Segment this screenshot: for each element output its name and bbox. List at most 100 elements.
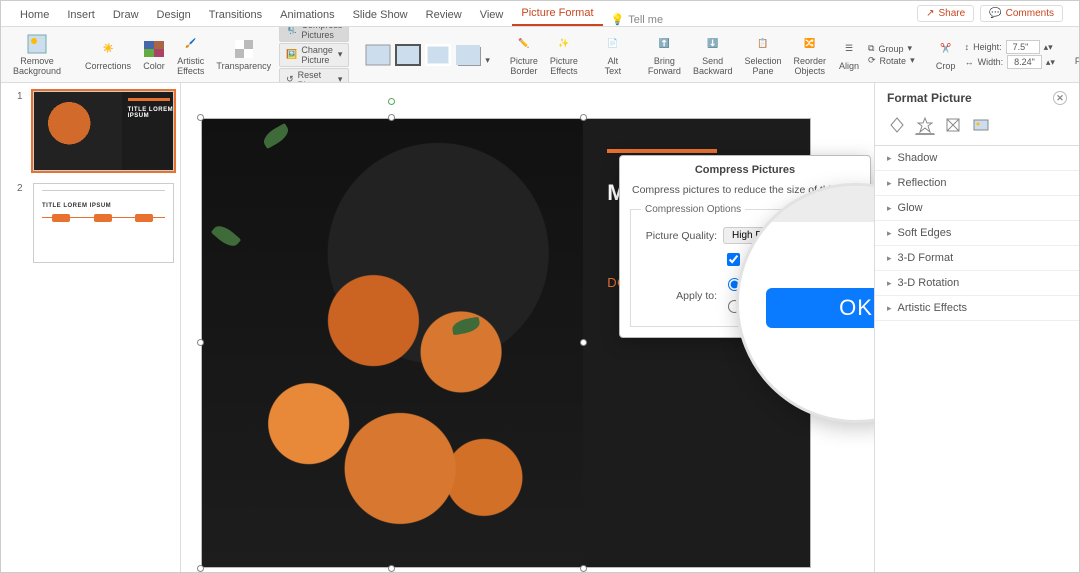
style-thumb-icon: [455, 44, 481, 66]
compression-legend: Compression Options: [641, 204, 745, 215]
chevron-right-icon: ▸: [887, 253, 892, 264]
reset-icon: ↺: [286, 74, 294, 83]
thumbnail-1[interactable]: 1 TITLE LOREM IPSUM: [17, 91, 174, 171]
style-gallery[interactable]: ▾: [365, 44, 490, 66]
color-icon: [143, 38, 165, 60]
corrections-button[interactable]: ☀️Corrections: [81, 38, 135, 72]
rotation-3d-section[interactable]: ▸3-D Rotation: [875, 271, 1079, 296]
crop-label: Crop: [936, 62, 956, 72]
tab-design[interactable]: Design: [148, 3, 200, 26]
chevron-right-icon: ▸: [887, 303, 892, 314]
format-pane-icon: 🅵: [1078, 33, 1079, 55]
tab-draw[interactable]: Draw: [104, 3, 148, 26]
remove-background-button[interactable]: Remove Background: [9, 33, 65, 77]
chevron-right-icon: ▸: [887, 203, 892, 214]
reorder-objects-button[interactable]: 🔀Reorder Objects: [789, 33, 830, 77]
soft-edges-section[interactable]: ▸Soft Edges: [875, 221, 1079, 246]
change-picture-button[interactable]: 🖼️Change Picture▾: [279, 43, 349, 67]
size-tab-icon[interactable]: [943, 115, 963, 135]
tab-review[interactable]: Review: [417, 3, 471, 26]
chevron-right-icon: ▸: [887, 153, 892, 164]
send-backward-button[interactable]: ⬇️Send Backward: [689, 33, 737, 77]
stepper-icon[interactable]: ▴▾: [1044, 42, 1053, 53]
tab-picture-format[interactable]: Picture Format: [512, 1, 602, 26]
picture-tools-mini: 🗜️Compress Pictures 🖼️Change Picture▾ ↺R…: [279, 27, 349, 83]
slide-thumbnail-pane[interactable]: 1 TITLE LOREM IPSUM 2 TITLE LOREM IPSUM: [1, 83, 181, 572]
oranges-photo: [202, 119, 583, 567]
selection-pane-button[interactable]: 📋Selection Pane: [740, 33, 785, 77]
height-input[interactable]: 7.5": [1006, 40, 1040, 54]
rotate-button[interactable]: ⟳Rotate▾: [868, 55, 915, 66]
artistic-label: Artistic Effects: [177, 57, 204, 77]
glow-section[interactable]: ▸Glow: [875, 196, 1079, 221]
rotate-label: Rotate: [880, 56, 907, 66]
share-icon: ↗: [926, 8, 934, 19]
tab-home[interactable]: Home: [11, 3, 58, 26]
shadow-section[interactable]: ▸ Shadow: [875, 146, 1079, 171]
format-pane-tabs: [875, 111, 1079, 146]
reflection-section[interactable]: ▸Reflection: [875, 171, 1079, 196]
width-label: Width:: [978, 57, 1004, 67]
effects-tab-icon[interactable]: [915, 115, 935, 135]
width-icon: ↔: [965, 57, 974, 67]
section-label: Artistic Effects: [898, 302, 967, 314]
picture-effects-button[interactable]: ✨Picture Effects: [546, 33, 582, 77]
slide-number: 2: [17, 183, 27, 263]
reorder-label: Reorder Objects: [793, 57, 826, 77]
picture-tab-icon[interactable]: [971, 115, 991, 135]
section-label: Shadow: [898, 152, 938, 164]
compress-label: Compress Pictures: [301, 27, 342, 40]
section-label: 3-D Rotation: [898, 277, 960, 289]
section-label: Soft Edges: [898, 227, 952, 239]
tab-view[interactable]: View: [471, 3, 513, 26]
bring-forward-button[interactable]: ⬆️Bring Forward: [644, 33, 685, 77]
alt-text-button[interactable]: 📄Alt Text: [598, 33, 628, 77]
transparency-button[interactable]: Transparency: [212, 38, 275, 72]
thumbnail-1-preview[interactable]: TITLE LOREM IPSUM: [33, 91, 174, 171]
close-pane-button[interactable]: ✕: [1053, 91, 1067, 105]
bring-forward-icon: ⬆️: [653, 33, 675, 55]
tell-me[interactable]: 💡 Tell me: [603, 13, 672, 26]
thumb-title: TITLE LOREM IPSUM: [128, 107, 167, 119]
tab-insert[interactable]: Insert: [58, 3, 104, 26]
crop-button[interactable]: ✂️Crop: [931, 38, 961, 72]
align-button[interactable]: ☰Align: [834, 38, 864, 72]
stepper-icon[interactable]: ▴▾: [1046, 57, 1055, 68]
apply-to-label: Apply to:: [641, 290, 717, 302]
slide-picture[interactable]: [202, 119, 583, 567]
thumbnail-2-preview[interactable]: TITLE LOREM IPSUM: [33, 183, 174, 263]
comments-button[interactable]: 💬Comments: [980, 5, 1063, 22]
align-icon: ☰: [838, 38, 860, 60]
format-pane-button[interactable]: 🅵Format Pane: [1071, 33, 1079, 77]
slide-canvas[interactable]: M DOLOR SIT AMET Compress Pictures Compr…: [181, 83, 874, 572]
format-pane-title: Format Picture: [887, 91, 972, 105]
tab-transitions[interactable]: Transitions: [200, 3, 271, 26]
group-icon: ⧉: [868, 43, 874, 54]
compress-pictures-button[interactable]: 🗜️Compress Pictures: [279, 27, 349, 42]
tab-slideshow[interactable]: Slide Show: [344, 3, 417, 26]
alt-label: Alt Text: [605, 57, 622, 77]
top-actions: ↗Share 💬Comments: [911, 1, 1069, 26]
chevron-down-icon[interactable]: ▾: [485, 55, 490, 66]
artistic-effects-section[interactable]: ▸ Artistic Effects: [875, 296, 1079, 321]
color-label: Color: [143, 62, 165, 72]
color-button[interactable]: Color: [139, 38, 169, 72]
thumb-text: TITLE LOREM IPSUM: [122, 92, 173, 170]
picture-border-button[interactable]: ✏️Picture Border: [506, 33, 542, 77]
reset-picture-button[interactable]: ↺Reset Picture▾: [279, 68, 349, 84]
thumb-title: TITLE LOREM IPSUM: [42, 203, 165, 209]
thumbnail-2[interactable]: 2 TITLE LOREM IPSUM: [17, 183, 174, 263]
share-button[interactable]: ↗Share: [917, 5, 974, 22]
delete-cropped-checkbox[interactable]: [727, 253, 740, 266]
tab-animations[interactable]: Animations: [271, 3, 343, 26]
selpane-label: Selection Pane: [744, 57, 781, 77]
ok-button[interactable]: OK: [766, 288, 874, 328]
remove-bg-icon: [26, 33, 48, 55]
fill-tab-icon[interactable]: [887, 115, 907, 135]
width-input[interactable]: 8.24": [1007, 55, 1042, 69]
artistic-effects-button[interactable]: 🖌️Artistic Effects: [173, 33, 208, 77]
group-button[interactable]: ⧉Group▾: [868, 43, 915, 54]
format-3d-section[interactable]: ▸3-D Format: [875, 246, 1079, 271]
artistic-icon: 🖌️: [180, 33, 202, 55]
style-thumb-icon: [425, 44, 451, 66]
